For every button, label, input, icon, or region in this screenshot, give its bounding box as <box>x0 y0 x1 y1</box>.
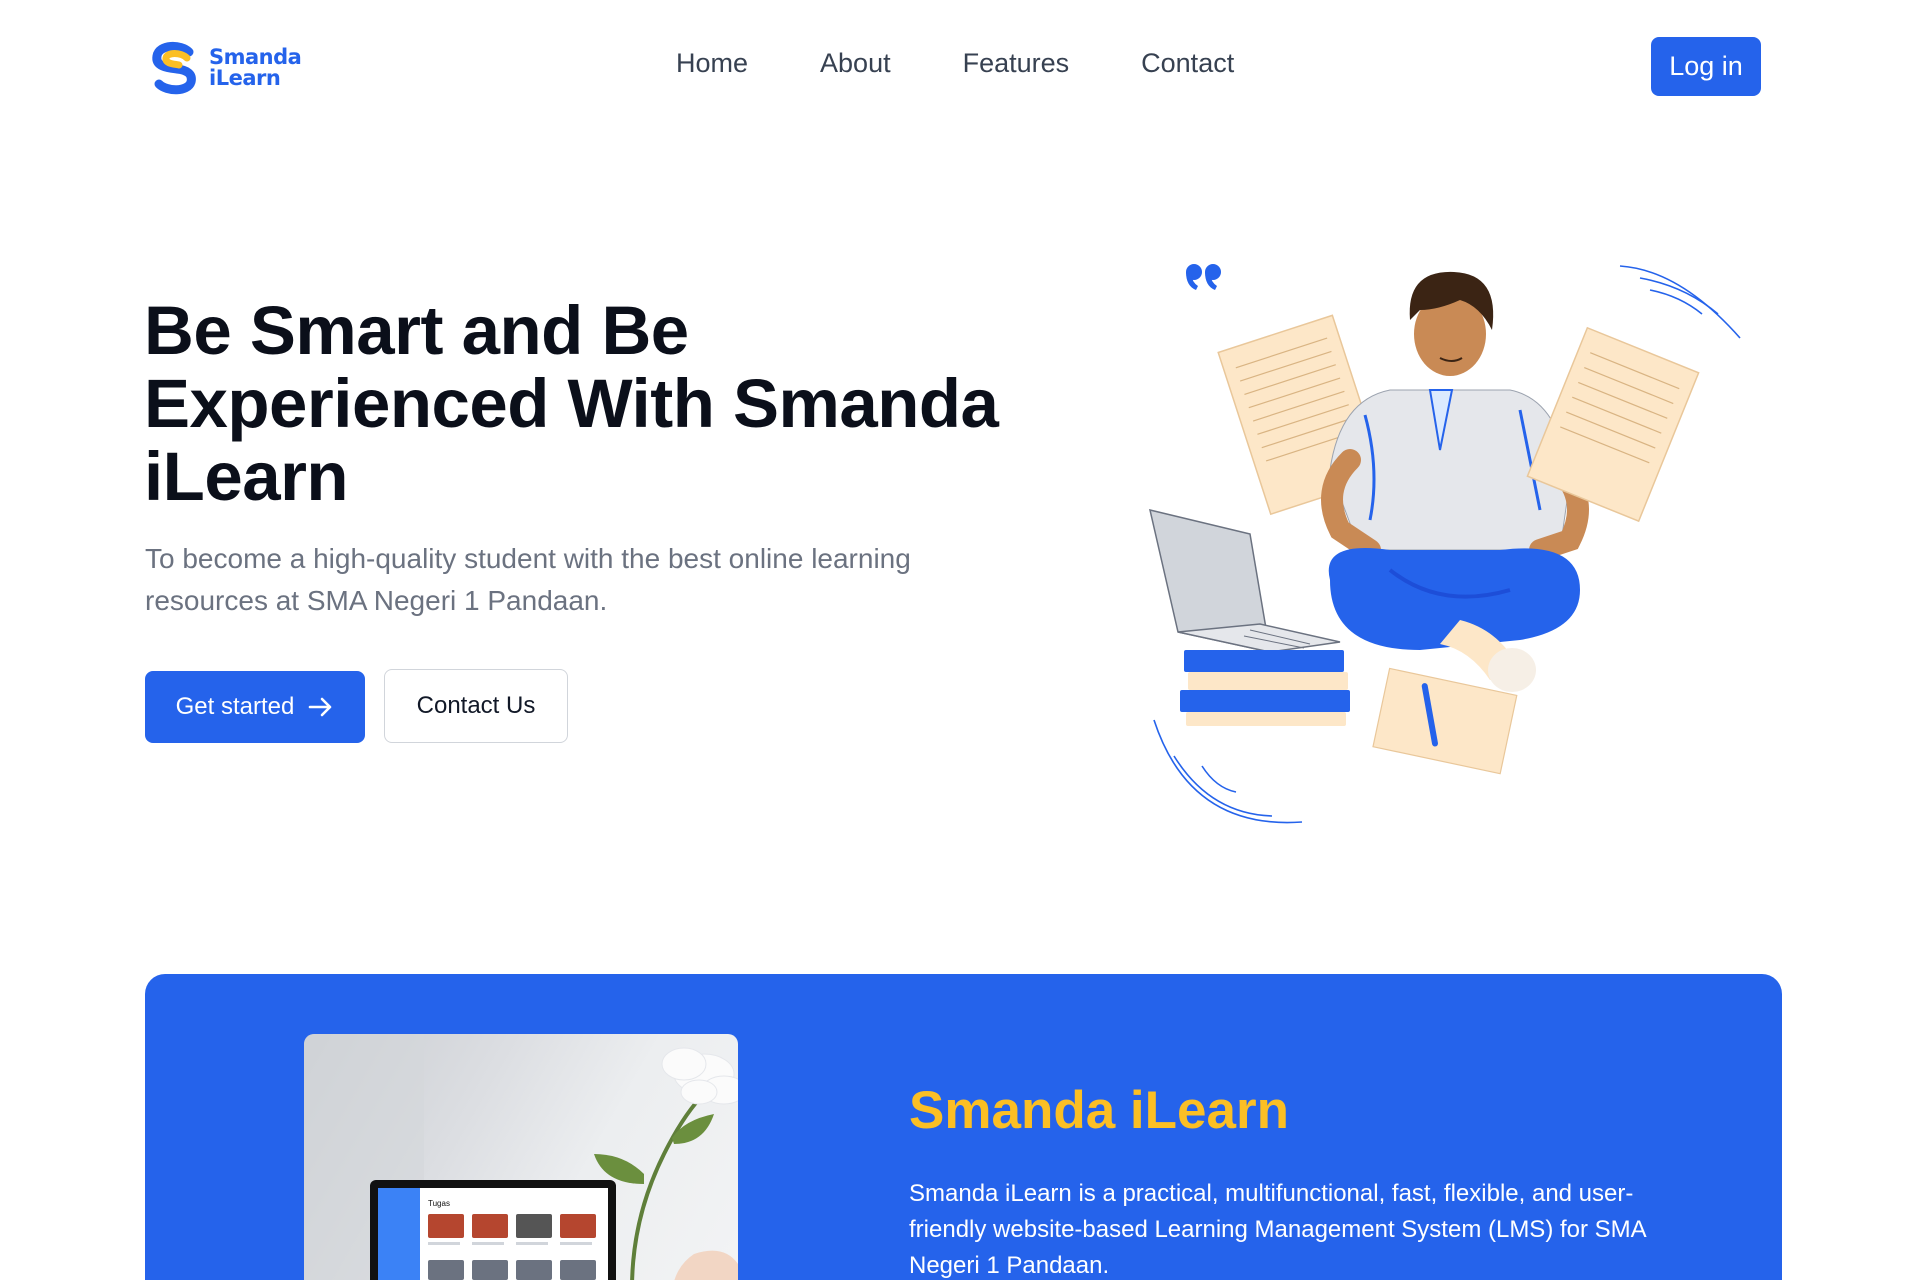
nav-link-contact[interactable]: Contact <box>1141 48 1234 79</box>
nav-link-home[interactable]: Home <box>676 48 748 79</box>
laptop-with-flower-photo: Tugas <box>304 1034 738 1280</box>
nav-link-features[interactable]: Features <box>963 48 1070 79</box>
feature-band: Tugas Smanda iLearn Smanda iLearn is a p… <box>145 974 1782 1280</box>
top-navigation: Smanda iLearn Home About Features Contac… <box>0 0 1920 132</box>
student-reading-illustration <box>1148 264 1741 824</box>
hero-title: Be Smart and Be Experienced With Smanda … <box>144 292 999 515</box>
logo-line2: iLearn <box>209 66 281 90</box>
logo-s-icon <box>152 42 196 95</box>
contact-us-button[interactable]: Contact Us <box>384 669 568 743</box>
nav-link-about[interactable]: About <box>820 48 891 79</box>
arrow-right-icon <box>309 697 332 717</box>
get-started-label: Get started <box>175 693 295 720</box>
feature-description: Smanda iLearn is a practical, multifunct… <box>909 1180 1646 1279</box>
laptop-photo-illustration: Tugas <box>304 1034 738 1280</box>
login-button[interactable]: Log in <box>1651 37 1761 96</box>
screen-heading: Tugas <box>428 1199 450 1208</box>
get-started-button[interactable]: Get started <box>145 671 365 743</box>
logo-line1: Smanda <box>209 45 302 69</box>
feature-title: Smanda iLearn <box>909 1081 1289 1140</box>
quote-icon <box>1186 264 1221 290</box>
nav-links: Home About Features Contact <box>676 48 1234 79</box>
brand-logo[interactable]: Smanda iLearn <box>147 38 307 98</box>
logo-wordmark: Smanda iLearn <box>209 45 302 90</box>
hero-subtitle: To become a high-quality student with th… <box>145 543 911 616</box>
